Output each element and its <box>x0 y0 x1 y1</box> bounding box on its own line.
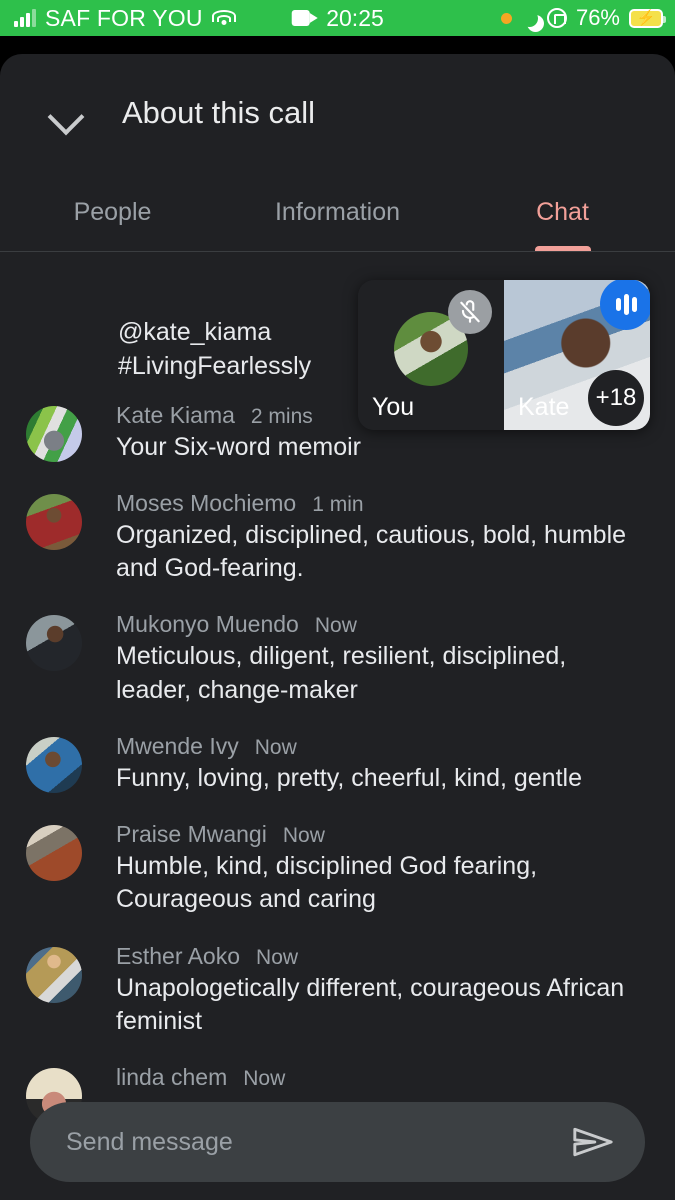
battery-charging-icon: ⚡ <box>629 8 666 28</box>
message-body: Moses Mochiemo 1 min Organized, discipli… <box>116 490 645 586</box>
message-time: 2 mins <box>250 404 313 428</box>
battery-percent-label: 76% <box>575 5 620 30</box>
tab-people-label: People <box>73 197 152 226</box>
avatar <box>26 615 82 672</box>
message-item[interactable]: Mukonyo Muendo Now Meticulous, diligent,… <box>0 597 675 719</box>
message-text: Humble, kind, disciplined God fearing, C… <box>116 852 538 914</box>
tab-chat-label: Chat <box>536 197 589 226</box>
message-time: Now <box>314 614 357 638</box>
speaker-tile-name: Kate <box>518 393 570 421</box>
message-text: Organized, disciplined, cautious, bold, … <box>116 520 627 582</box>
message-author: Esther Aoko <box>116 942 241 969</box>
message-author: Moses Mochiemo <box>116 489 297 516</box>
message-item[interactable]: Praise Mwangi Now Humble, kind, discipli… <box>0 807 675 929</box>
message-author: Praise Mwangi <box>116 821 267 847</box>
tab-chat[interactable]: Chat <box>450 172 675 252</box>
tab-bar-divider <box>0 251 675 252</box>
page-title: About this call <box>122 95 315 130</box>
message-item[interactable]: Esther Aoko Now Unapologetically differe… <box>0 929 675 1051</box>
message-time: 1 min <box>312 492 364 516</box>
avatar <box>26 736 82 793</box>
message-body: Mukonyo Muendo Now Meticulous, diligent,… <box>116 611 645 707</box>
message-time: Now <box>256 945 299 969</box>
chevron-down-icon[interactable] <box>46 93 86 133</box>
rotation-lock-icon <box>546 8 567 28</box>
message-author: linda chem <box>116 1064 228 1090</box>
about-this-call-sheet: About this call People Information Chat … <box>0 54 675 1200</box>
video-pip-overlay[interactable]: You Kate +18 <box>358 280 650 430</box>
phone-screen: SAF FOR YOU 20:25 76% ⚡ About this call … <box>0 0 675 1200</box>
tab-information[interactable]: Information <box>225 172 450 252</box>
audio-levels-icon <box>600 280 650 330</box>
wifi-icon <box>211 9 236 27</box>
tab-bar: People Information Chat <box>0 172 675 252</box>
self-tile-name: You <box>372 393 415 421</box>
clock-label: 20:25 <box>326 4 384 31</box>
message-text: Your Six-word memoir <box>116 432 361 461</box>
message-meta: Praise Mwangi Now <box>116 821 645 848</box>
speaker-video-tile[interactable]: Kate +18 <box>504 280 650 430</box>
sheet-header: About this call <box>0 54 675 172</box>
message-meta: Esther Aoko Now <box>116 943 645 970</box>
avatar <box>26 946 82 1003</box>
chat-message-list[interactable]: @kate_kiama #LivingFearlessly Kate Kiama… <box>0 300 675 1200</box>
message-text: Meticulous, diligent, resilient, discipl… <box>116 642 567 704</box>
status-bar-right: 76% ⚡ <box>500 5 666 31</box>
message-composer[interactable] <box>30 1102 645 1182</box>
avatar <box>26 825 82 881</box>
message-text: Unapologetically different, courageous A… <box>116 973 625 1035</box>
message-meta: Mwende Ivy Now <box>116 733 645 760</box>
avatar <box>26 493 82 550</box>
message-text: Funny, loving, pretty, cheerful, kind, g… <box>116 763 582 792</box>
participant-overflow-badge[interactable]: +18 <box>588 370 644 426</box>
status-bar-center: 20:25 <box>291 5 384 32</box>
do-not-disturb-moon-icon <box>521 10 538 27</box>
mic-off-icon <box>448 290 492 334</box>
message-meta: Mukonyo Muendo Now <box>116 611 645 638</box>
message-time: Now <box>254 735 297 759</box>
message-body: Mwende Ivy Now Funny, loving, pretty, ch… <box>116 733 645 795</box>
status-bar-left: SAF FOR YOU <box>0 5 236 32</box>
message-meta: Moses Mochiemo 1 min <box>116 490 645 517</box>
message-time: Now <box>282 824 325 847</box>
message-item[interactable]: Mwende Ivy Now Funny, loving, pretty, ch… <box>0 719 675 807</box>
message-author: Kate Kiama <box>116 401 235 428</box>
avatar <box>26 405 82 462</box>
message-input[interactable] <box>66 1127 567 1157</box>
status-bar: SAF FOR YOU 20:25 76% ⚡ <box>0 0 675 36</box>
message-body: Praise Mwangi Now Humble, kind, discipli… <box>116 821 645 917</box>
self-video-tile[interactable]: You <box>358 280 504 430</box>
message-body: Esther Aoko Now Unapologetically differe… <box>116 943 645 1039</box>
tab-people[interactable]: People <box>0 172 225 252</box>
orange-privacy-dot-icon <box>500 12 512 24</box>
signal-bars-icon <box>14 9 36 27</box>
send-paper-plane-icon[interactable] <box>567 1116 619 1168</box>
tab-information-label: Information <box>274 197 401 226</box>
message-time: Now <box>243 1067 286 1090</box>
carrier-label: SAF FOR YOU <box>45 4 203 31</box>
message-author: Mwende Ivy <box>116 732 239 759</box>
message-item[interactable]: Moses Mochiemo 1 min Organized, discipli… <box>0 476 675 598</box>
message-author: Mukonyo Muendo <box>116 611 299 638</box>
screen-record-camera-icon <box>291 10 318 26</box>
message-meta: linda chem Now <box>116 1064 645 1091</box>
